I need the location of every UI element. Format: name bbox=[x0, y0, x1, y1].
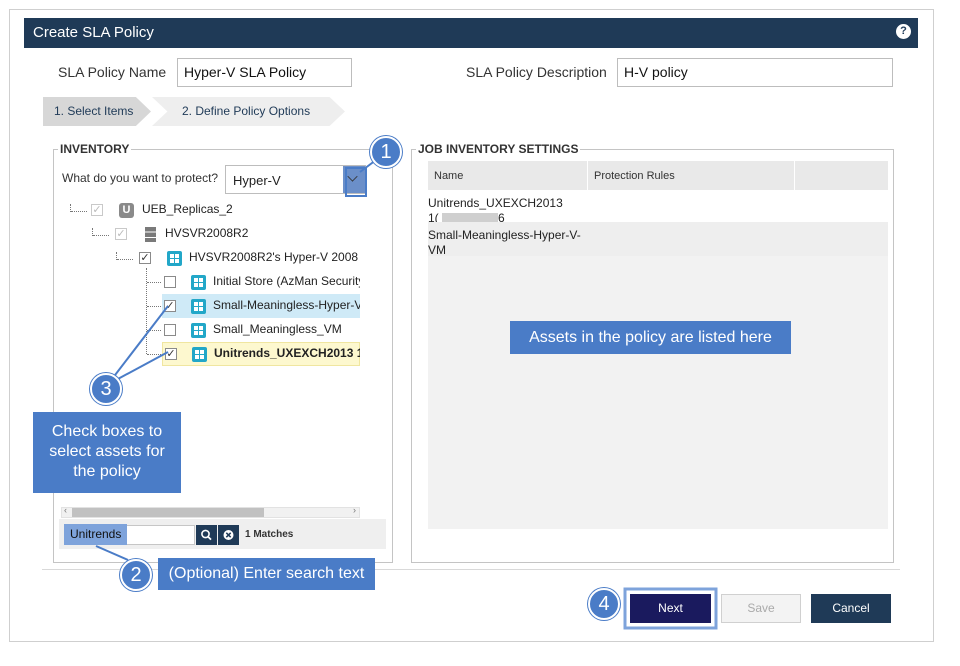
callout-number-4: 4 bbox=[588, 588, 620, 620]
callout-assets-listed: Assets in the policy are listed here bbox=[510, 321, 791, 354]
next-button[interactable]: Next bbox=[630, 594, 711, 623]
callout-number-1: 1 bbox=[370, 136, 402, 168]
callout-number-2: 2 bbox=[120, 559, 152, 591]
callout-number-3: 3 bbox=[90, 373, 122, 405]
callout-search-text: (Optional) Enter search text bbox=[158, 558, 375, 590]
save-button[interactable]: Save bbox=[721, 594, 801, 623]
cancel-button[interactable]: Cancel bbox=[811, 594, 891, 623]
callout-check-boxes: Check boxes to select assets for the pol… bbox=[33, 412, 181, 493]
